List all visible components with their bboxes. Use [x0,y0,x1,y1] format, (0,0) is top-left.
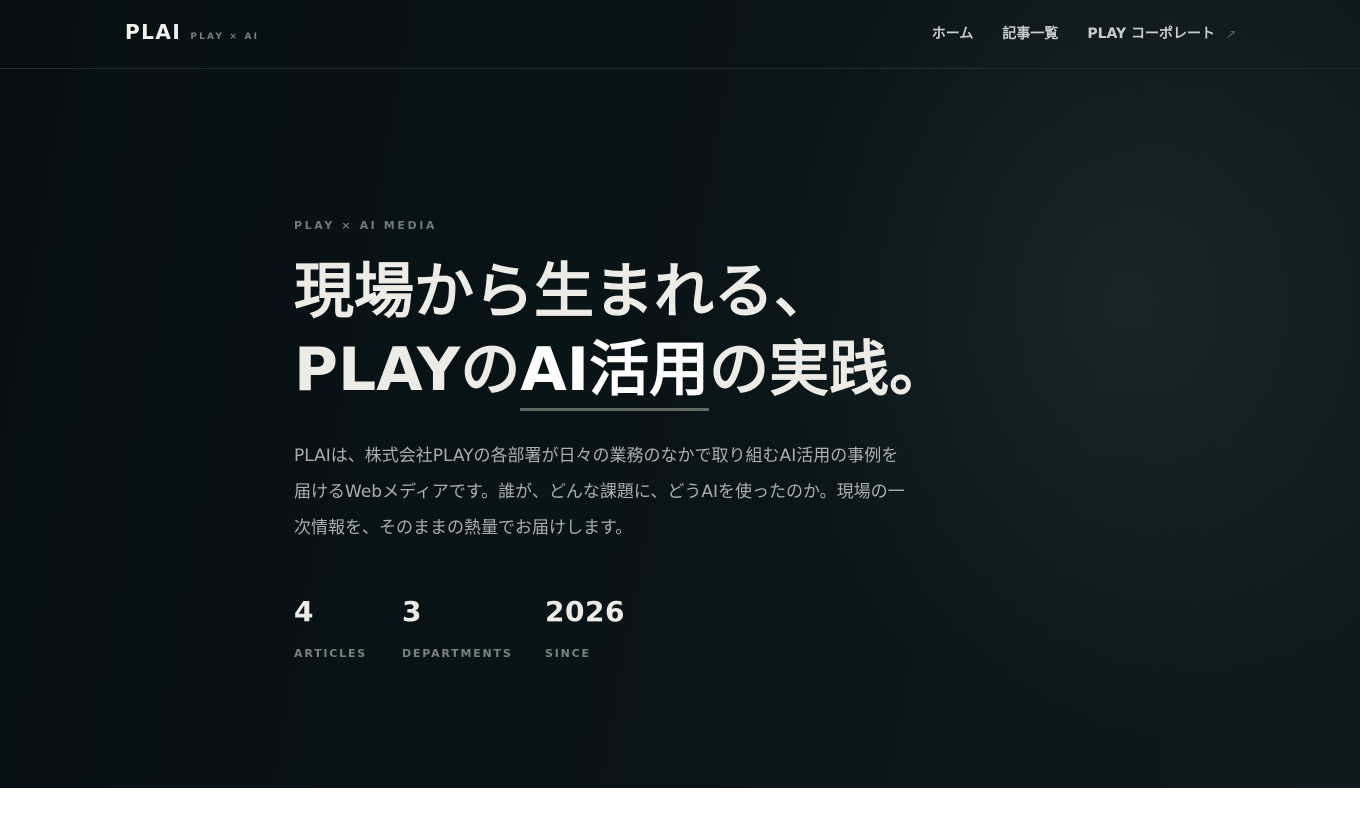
stat-since-label: SINCE [545,647,591,660]
headline-accent: AI活用 [520,331,709,411]
headline-line-2: PLAYのAI活用の実践。 [294,331,950,411]
stat-since: 2026 SINCE [545,594,635,660]
headline-line-1: 現場から生まれる、 [294,257,834,327]
below-hero-section [0,788,1360,820]
nav-home-label: ホーム [931,26,974,42]
site-logo[interactable]: PLAI [125,20,181,44]
nav-play-corporate-label: PLAY コーポレート [1087,26,1216,42]
external-link-icon: ↗ [1225,27,1236,41]
headline-line-2-post: の実践。 [709,335,950,405]
stat-departments-label: DEPARTMENTS [402,647,513,660]
site-header: PLAI PLAY × AI ホーム 記事一覧 PLAY コーポレート ↗ [0,0,1360,69]
headline-line-2-pre: PLAYの [294,335,521,405]
hero-stats: 4 ARTICLES 3 DEPARTMENTS 2026 SINCE [294,594,635,660]
main-nav: ホーム 記事一覧 PLAY コーポレート ↗ [932,23,1236,43]
hero-eyebrow: PLAY × AI MEDIA [294,219,438,232]
stat-since-value: 2026 [545,595,625,628]
nav-home[interactable]: ホーム [932,23,974,43]
stat-departments: 3 DEPARTMENTS [402,594,513,660]
site-tagline: PLAY × AI [190,32,260,42]
stat-articles-value: 4 [294,595,314,628]
stat-articles-label: ARTICLES [294,647,368,660]
hero-headline: 現場から生まれる、 PLAYのAI活用の実践。 [294,253,950,411]
stat-departments-value: 3 [402,595,422,628]
nav-articles-label: 記事一覧 [1002,26,1059,42]
nav-articles[interactable]: 記事一覧 [1002,23,1058,43]
nav-play-corporate[interactable]: PLAY コーポレート ↗ [1087,23,1236,43]
hero-section: PLAI PLAY × AI ホーム 記事一覧 PLAY コーポレート ↗ PL… [0,0,1360,788]
stat-articles: 4 ARTICLES [294,594,368,660]
hero-lead: PLAIは、株式会社PLAYの各部署が日々の業務のなかで取り組むAI活用の事例を… [294,446,905,538]
brand[interactable]: PLAI PLAY × AI [125,20,259,44]
